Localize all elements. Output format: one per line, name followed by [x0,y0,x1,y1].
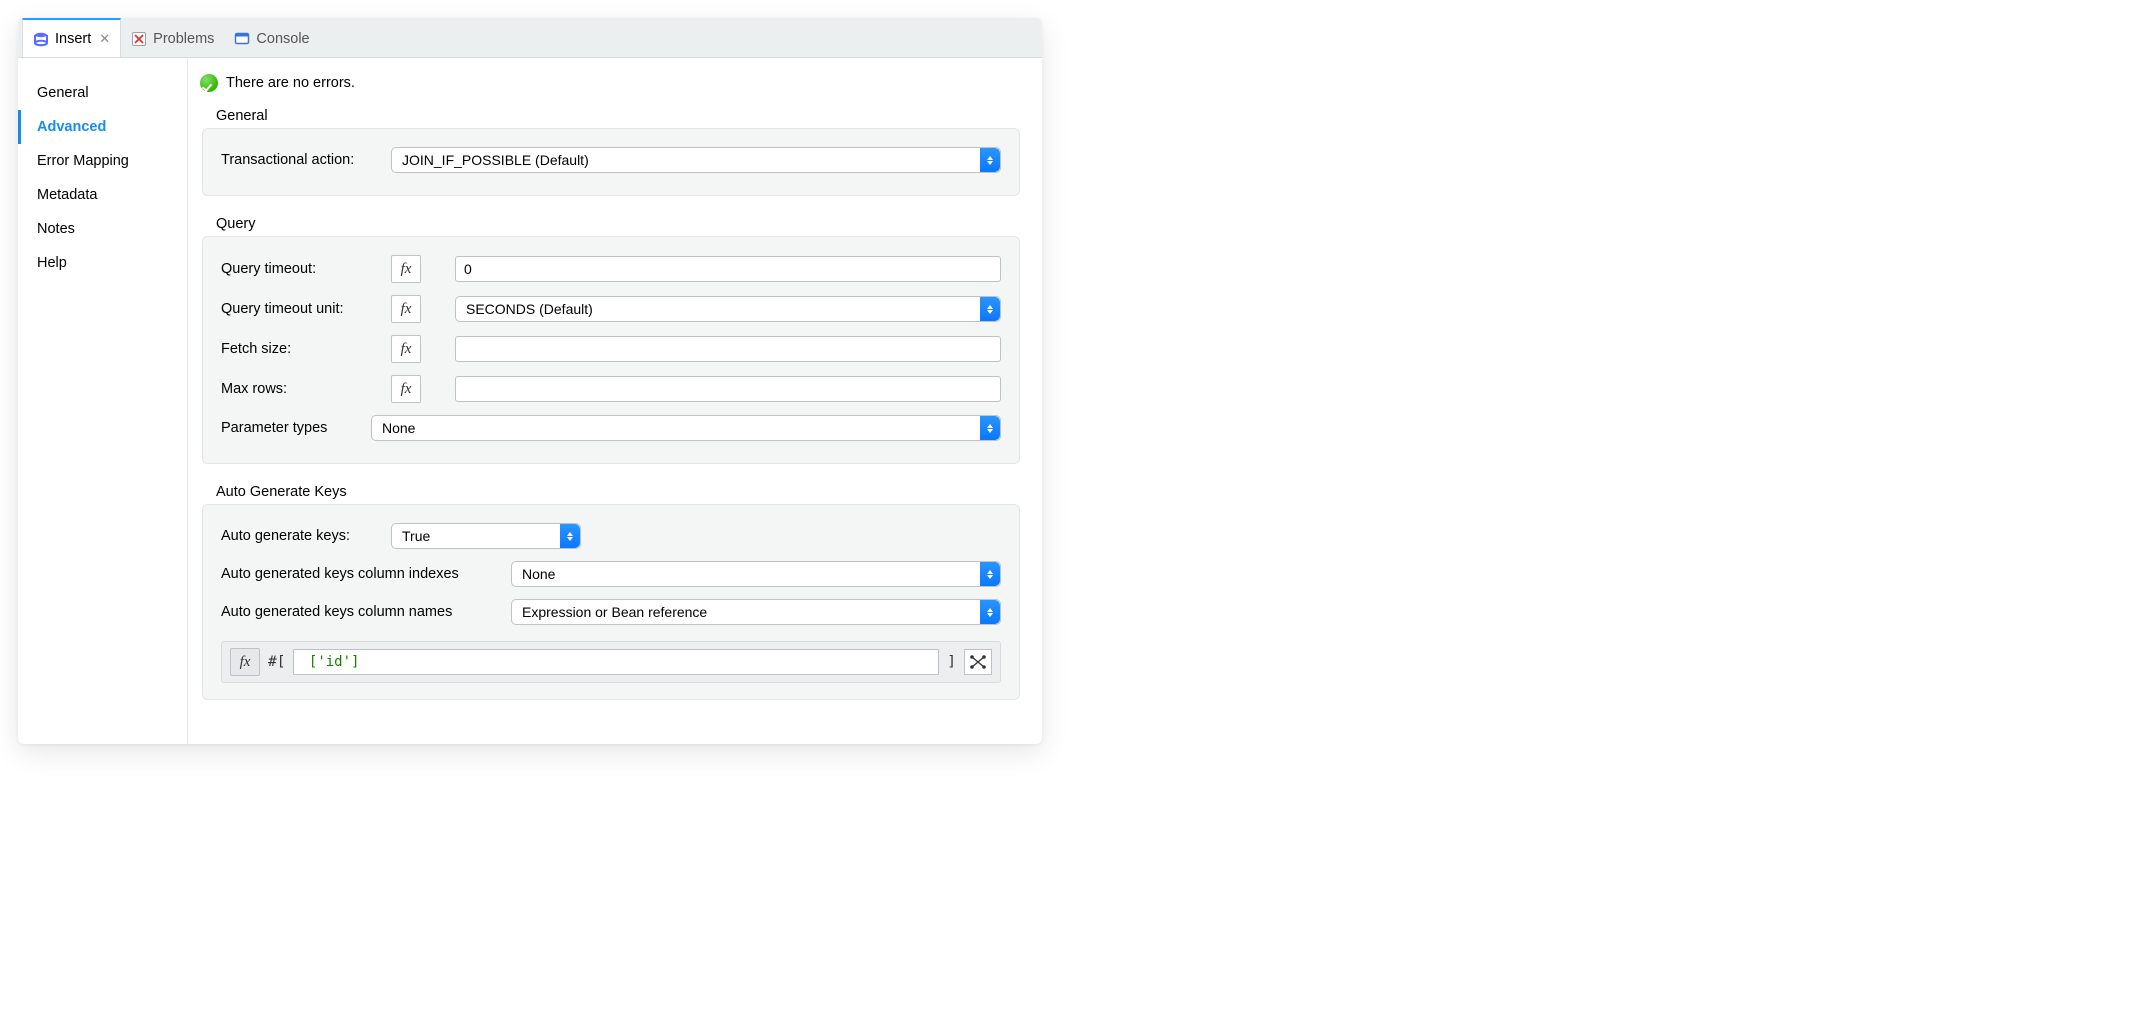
fetch-size-input[interactable] [455,336,1001,362]
query-timeout-unit-select[interactable]: SECONDS (Default) [455,296,1001,322]
expression-input[interactable] [293,649,939,675]
fx-button[interactable]: fx [391,335,421,363]
status-message: There are no errors. [226,75,355,91]
sidebar: General Advanced Error Mapping Metadata … [18,58,188,744]
max-rows-input[interactable] [455,376,1001,402]
sidebar-item-metadata[interactable]: Metadata [18,178,187,212]
select-value: None [382,420,415,436]
sidebar-item-advanced[interactable]: Advanced [18,110,187,144]
console-icon [234,31,250,47]
select-value: JOIN_IF_POSSIBLE (Default) [402,152,589,168]
sidebar-item-label: Error Mapping [37,153,129,169]
auto-generate-keys-select[interactable]: True [391,523,581,549]
fx-button[interactable]: fx [391,375,421,403]
section-query: Query timeout: fx Query timeout unit: fx… [202,236,1020,464]
chevron-updown-icon [980,148,1000,172]
auto-generate-keys-label: Auto generate keys: [221,528,381,544]
fx-button[interactable]: fx [230,648,260,676]
sidebar-item-error-mapping[interactable]: Error Mapping [18,144,187,178]
section-title-general: General [216,108,1024,124]
section-title-query: Query [216,216,1024,232]
section-general: Transactional action: JOIN_IF_POSSIBLE (… [202,128,1020,196]
chevron-updown-icon [980,416,1000,440]
tab-insert-label: Insert [55,31,91,47]
col-indexes-select[interactable]: None [511,561,1001,587]
sidebar-item-label: General [37,85,89,101]
transactional-action-select[interactable]: JOIN_IF_POSSIBLE (Default) [391,147,1001,173]
col-names-label: Auto generated keys column names [221,604,501,620]
sidebar-item-notes[interactable]: Notes [18,212,187,246]
chevron-updown-icon [980,600,1000,624]
tab-bar: Insert ✕ Problems Console [18,18,1042,58]
expression-prefix: #[ [268,654,285,670]
status-row: There are no errors. [198,68,1024,106]
tab-problems-label: Problems [153,31,214,47]
fx-icon: fx [401,341,412,358]
query-timeout-label: Query timeout: [221,261,381,277]
sidebar-item-general[interactable]: General [18,76,187,110]
mapping-icon [969,654,987,670]
select-value: SECONDS (Default) [466,301,593,317]
chevron-updown-icon [980,297,1000,321]
section-autokeys: Auto generate keys: True Auto generated … [202,504,1020,700]
tab-console-label: Console [256,31,309,47]
query-timeout-input[interactable] [455,256,1001,282]
col-names-select[interactable]: Expression or Bean reference [511,599,1001,625]
insert-db-icon [33,31,49,47]
tab-console[interactable]: Console [224,18,319,57]
fx-icon: fx [401,381,412,398]
parameter-types-select[interactable]: None [371,415,1001,441]
fx-icon: fx [240,654,251,671]
select-value: Expression or Bean reference [522,604,707,620]
fx-icon: fx [401,261,412,278]
select-value: True [402,528,430,544]
config-panel: Insert ✕ Problems Console General Advanc… [18,18,1042,744]
tab-insert[interactable]: Insert ✕ [22,18,121,57]
fetch-size-label: Fetch size: [221,341,381,357]
max-rows-label: Max rows: [221,381,381,397]
main-content: There are no errors. General Transaction… [188,58,1042,744]
sidebar-item-help[interactable]: Help [18,246,187,280]
tab-problems[interactable]: Problems [121,18,224,57]
fx-button[interactable]: fx [391,255,421,283]
transactional-action-label: Transactional action: [221,152,381,168]
select-value: None [522,566,555,582]
query-timeout-unit-label: Query timeout unit: [221,301,381,317]
parameter-types-label: Parameter types [221,420,361,436]
chevron-updown-icon [560,524,580,548]
close-icon[interactable]: ✕ [99,31,110,47]
expression-suffix: ] [947,654,956,670]
fx-icon: fx [401,301,412,318]
sidebar-item-label: Notes [37,221,75,237]
sidebar-item-label: Advanced [37,119,106,135]
sidebar-item-label: Metadata [37,187,97,203]
problems-icon [131,31,147,47]
sidebar-item-label: Help [37,255,67,271]
section-title-autokeys: Auto Generate Keys [216,484,1024,500]
col-indexes-label: Auto generated keys column indexes [221,566,501,582]
check-circle-icon [200,74,218,92]
expression-editor: fx #[ ] [221,641,1001,683]
data-mapping-button[interactable] [964,649,992,675]
fx-button[interactable]: fx [391,295,421,323]
chevron-updown-icon [980,562,1000,586]
